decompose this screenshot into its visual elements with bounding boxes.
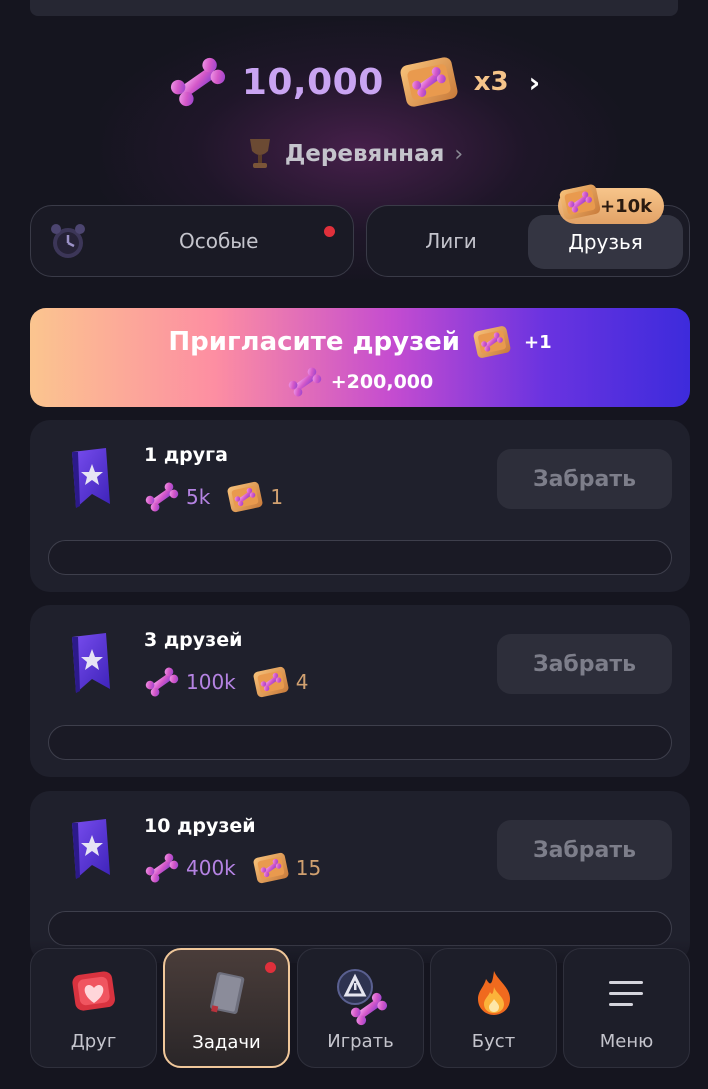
task-card: 10 друзей 400k 15 Забрать <box>30 791 690 963</box>
ribbon-star-icon <box>72 448 110 508</box>
nav-label: Друг <box>70 1031 117 1052</box>
chevron-right-icon[interactable]: › <box>529 66 541 99</box>
task-progress-bar <box>48 540 672 575</box>
chest-multiplier: x3 <box>473 67 509 97</box>
invite-chest-bonus: +1 <box>524 331 552 353</box>
invite-bone-bonus: +200,000 <box>330 371 434 393</box>
play-bone-icon <box>336 969 389 1027</box>
ribbon-star-icon <box>72 819 110 879</box>
ribbon-star-icon <box>72 633 110 693</box>
chest-icon <box>398 51 460 113</box>
friends-bonus-badge: +10k <box>558 188 665 224</box>
menu-icon <box>608 981 643 1006</box>
nav-friend[interactable]: Друг <box>30 948 157 1068</box>
bone-currency-icon <box>144 480 180 514</box>
fire-icon <box>477 971 510 1015</box>
bone-currency-icon <box>144 851 180 885</box>
nav-play[interactable]: Играть <box>297 948 424 1068</box>
claim-button[interactable]: Забрать <box>497 449 672 509</box>
reward-bones: 5k <box>186 485 211 509</box>
chest-icon <box>252 849 290 887</box>
league-name: Деревянная <box>284 141 445 167</box>
task-title: 3 друзей <box>144 629 243 651</box>
balance-header[interactable]: 10,000 x3 › <box>0 50 708 114</box>
bone-currency-icon <box>144 665 180 699</box>
task-progress-bar <box>48 725 672 760</box>
balance-value: 10,000 <box>241 61 384 103</box>
claim-button[interactable]: Забрать <box>497 634 672 694</box>
chest-icon <box>252 663 290 701</box>
tab-special-label: Особые <box>179 229 259 253</box>
claim-button[interactable]: Забрать <box>497 820 672 880</box>
goblet-icon <box>249 139 270 168</box>
league-selector[interactable]: Деревянная › <box>0 134 708 174</box>
friends-bonus-value: +10k <box>600 195 653 217</box>
task-rewards: 5k 1 <box>144 478 283 516</box>
reward-chests: 1 <box>270 485 284 509</box>
tab-leagues[interactable]: Лиги <box>387 206 515 276</box>
chevron-right-icon: › <box>454 141 464 167</box>
task-rewards: 100k 4 <box>144 663 309 701</box>
nav-label: Буст <box>471 1031 516 1052</box>
alarm-clock-icon <box>51 224 85 258</box>
task-card: 3 друзей 100k 4 Забрать <box>30 605 690 777</box>
invite-friends-banner[interactable]: Пригласите друзей +1 +200,000 <box>30 308 690 407</box>
chest-icon <box>226 478 264 516</box>
task-title: 1 друга <box>144 444 228 466</box>
book-icon <box>209 972 244 1014</box>
task-title: 10 друзей <box>144 815 256 837</box>
reward-chests: 15 <box>295 856 322 880</box>
bone-currency-icon <box>167 55 228 109</box>
nav-boost[interactable]: Буст <box>430 948 557 1068</box>
nav-label: Задачи <box>192 1032 261 1053</box>
task-card: 1 друга 5k 1 Забрать <box>30 420 690 592</box>
chest-icon <box>472 322 512 362</box>
heart-shield-icon <box>71 971 115 1011</box>
task-rewards: 400k 15 <box>144 849 321 887</box>
chest-icon <box>558 180 602 224</box>
nav-menu[interactable]: Меню <box>563 948 690 1068</box>
reward-bones: 100k <box>186 670 236 694</box>
bone-currency-icon <box>286 365 323 399</box>
top-strip <box>30 0 678 16</box>
tab-special[interactable]: Особые <box>30 205 354 277</box>
nav-tasks[interactable]: Задачи <box>163 948 290 1068</box>
invite-title: Пригласите друзей <box>168 327 461 357</box>
nav-label: Меню <box>599 1031 654 1052</box>
reward-chests: 4 <box>295 670 309 694</box>
notification-dot <box>324 226 335 237</box>
notification-dot <box>265 962 276 973</box>
nav-label: Играть <box>327 1031 394 1052</box>
reward-bones: 400k <box>186 856 236 880</box>
